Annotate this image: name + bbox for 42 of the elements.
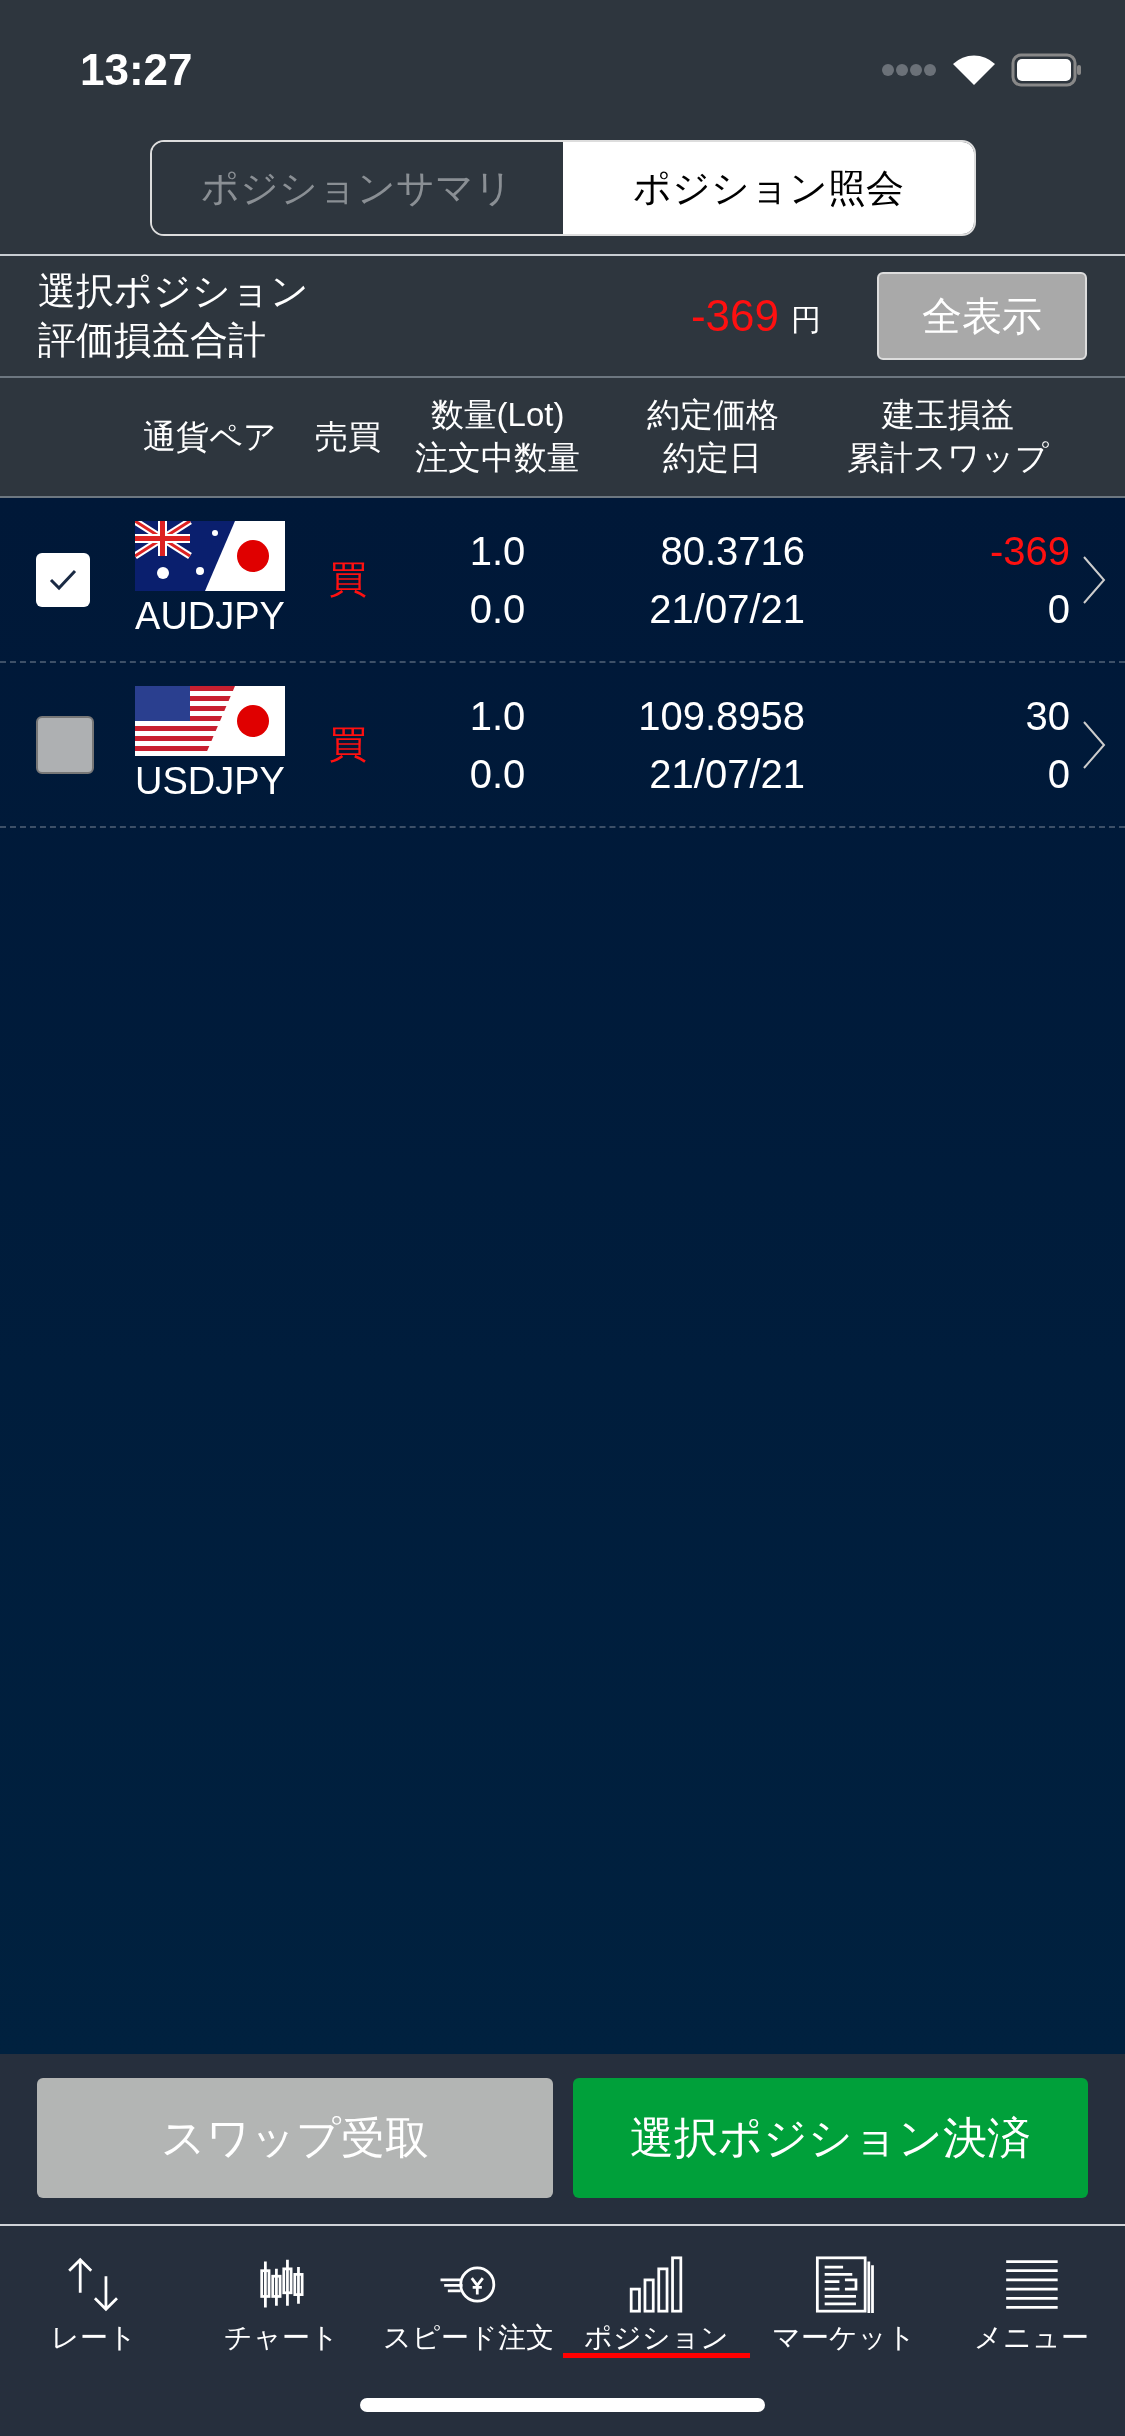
trade-side: 買 — [327, 722, 368, 767]
column-header: 通貨ペア — [142, 416, 278, 457]
column-header: 建玉損益 累計スワップ — [845, 395, 1050, 478]
currency-unit: 円 — [791, 301, 821, 338]
flag-icon — [135, 521, 285, 591]
row-checkbox[interactable] — [36, 552, 90, 607]
summary-value: -369 — [690, 291, 779, 341]
profit-loss: -369 — [989, 527, 1070, 575]
column-header: 売買 — [313, 416, 382, 457]
pending-quantity: 0.0 — [469, 750, 526, 798]
contract-date: 21/07/21 — [649, 585, 805, 633]
chevron-right-icon[interactable] — [1082, 554, 1106, 605]
swap-total: 0 — [1047, 585, 1070, 633]
tab-bar-item[interactable]: メニュー — [937, 2238, 1125, 2358]
trade-side: 買 — [327, 557, 368, 602]
tab-bar-item[interactable]: レート — [0, 2238, 188, 2358]
tab-bar-item[interactable]: スピード注文 — [375, 2238, 563, 2358]
tab-bar-item[interactable]: チャート — [187, 2238, 375, 2358]
profit-loss: 30 — [1025, 692, 1070, 740]
contract-price: 80.3716 — [660, 527, 805, 575]
swap-total: 0 — [1047, 750, 1070, 798]
column-header: 約定価格 約定日 — [645, 395, 780, 478]
currency-pair: USDJPY — [135, 760, 285, 803]
tab-bar-item[interactable]: マーケット — [750, 2238, 938, 2358]
chevron-right-icon[interactable] — [1082, 719, 1106, 770]
summary-label: 選択ポジション 評価損益合計 — [38, 268, 310, 363]
currency-pair: AUDJPY — [135, 595, 285, 638]
wifi-icon — [951, 53, 997, 87]
contract-price: 109.8958 — [638, 692, 805, 740]
pending-quantity: 0.0 — [469, 585, 526, 633]
signal-icon — [881, 63, 937, 77]
lot-quantity: 1.0 — [469, 527, 526, 575]
contract-date: 21/07/21 — [649, 750, 805, 798]
battery-icon — [1011, 53, 1083, 87]
segment-tab[interactable]: ポジション照会 — [562, 142, 974, 234]
flag-icon — [135, 686, 285, 756]
tab-bar-item[interactable]: ポジション — [562, 2238, 750, 2358]
lot-quantity: 1.0 — [469, 692, 526, 740]
row-checkbox[interactable] — [36, 715, 94, 774]
column-header: 数量(Lot) 注文中数量 — [414, 395, 581, 478]
status-time: 13:27 — [80, 45, 193, 95]
checkmark-icon — [48, 567, 78, 592]
